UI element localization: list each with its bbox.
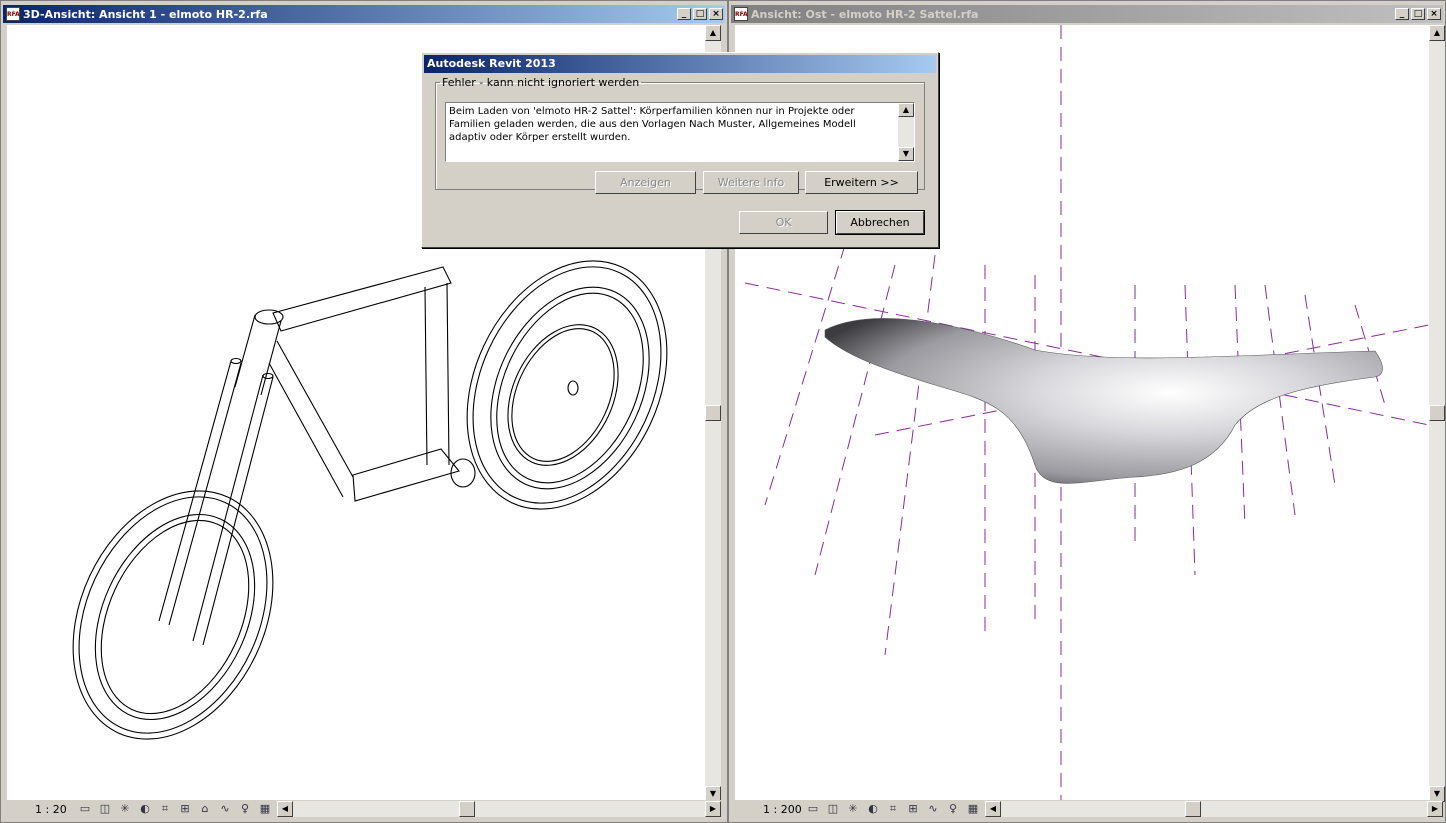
scroll-thumb[interactable] [1429, 405, 1445, 421]
cancel-button[interactable]: Abbrechen [835, 210, 925, 235]
scroll-left-arrow-icon[interactable]: ◀ [985, 801, 1001, 817]
crop-view-icon[interactable]: ⌗ [885, 802, 901, 816]
dialog-title[interactable]: Autodesk Revit 2013 [424, 55, 936, 73]
analytical-icon[interactable]: ▦ [257, 802, 273, 816]
analytical-icon[interactable]: ▦ [965, 802, 981, 816]
right-horizontal-scrollbar[interactable]: ◀ ▶ [985, 801, 1443, 817]
scroll-up-arrow-icon[interactable]: ▲ [898, 103, 914, 117]
close-button[interactable]: × [709, 8, 723, 20]
crop-view-icon[interactable]: ⌗ [157, 802, 173, 816]
right-view-titlebar[interactable]: RFA Ansicht: Ost - elmoto HR-2 Sattel.rf… [731, 5, 1443, 23]
detail-level-icon[interactable]: ▭ [805, 802, 821, 816]
temporary-hide-icon[interactable]: ∿ [217, 802, 233, 816]
view-scale[interactable]: 1 : 20 [7, 803, 77, 816]
minimize-button[interactable]: _ [1395, 8, 1409, 20]
visual-style-icon[interactable]: ◫ [825, 802, 841, 816]
shadows-icon[interactable]: ◐ [865, 802, 881, 816]
error-message-box[interactable]: Beim Laden von 'elmoto HR-2 Sattel': Kör… [445, 102, 915, 162]
detail-level-icon[interactable]: ▭ [77, 802, 93, 816]
rfa-file-icon: RFA [6, 7, 20, 21]
scroll-thumb[interactable] [459, 801, 475, 817]
temporary-hide-icon[interactable]: ∿ [925, 802, 941, 816]
show-crop-icon[interactable]: ⊞ [177, 802, 193, 816]
scroll-right-arrow-icon[interactable]: ▶ [705, 801, 721, 817]
left-view-control-bar: 1 : 20 ▭ ◫ ✳ ◐ ⌗ ⊞ ⌂ ∿ ♀ ▦ ◀ ▶ [7, 800, 721, 818]
more-info-button[interactable]: Weitere Info [703, 171, 799, 194]
error-message: Beim Laden von 'elmoto HR-2 Sattel': Kör… [449, 106, 856, 143]
expand-button[interactable]: Erweitern >> [805, 171, 918, 194]
left-horizontal-scrollbar[interactable]: ◀ ▶ [277, 801, 721, 817]
rfa-file-icon: RFA [734, 7, 748, 21]
right-view-title: Ansicht: Ost - elmoto HR-2 Sattel.rfa [751, 7, 979, 21]
error-group: Fehler - kann nicht ignoriert werden Bei… [435, 76, 925, 194]
scroll-down-arrow-icon[interactable]: ▼ [898, 147, 914, 161]
visual-style-icon[interactable]: ◫ [97, 802, 113, 816]
shadows-icon[interactable]: ◐ [137, 802, 153, 816]
maximize-button[interactable]: □ [693, 8, 707, 20]
left-view-title: 3D-Ansicht: Ansicht 1 - elmoto HR-2.rfa [23, 7, 268, 21]
reveal-hidden-icon[interactable]: ♀ [945, 802, 961, 816]
maximize-button[interactable]: □ [1411, 8, 1425, 20]
message-scrollbar[interactable]: ▲ ▼ [898, 103, 914, 161]
right-view-control-bar: 1 : 200 ▭ ◫ ✳ ◐ ⌗ ⊞ ∿ ♀ ▦ ◀ ▶ [735, 800, 1443, 818]
close-button[interactable]: × [1427, 8, 1441, 20]
error-group-label: Fehler - kann nicht ignoriert werden [442, 76, 640, 89]
right-vertical-scrollbar[interactable]: ▲ ▼ [1429, 25, 1445, 802]
view-scale[interactable]: 1 : 200 [735, 803, 805, 816]
minimize-button[interactable]: _ [677, 8, 691, 20]
scroll-up-arrow-icon[interactable]: ▲ [1429, 25, 1445, 41]
lock-3d-icon[interactable]: ⌂ [197, 802, 213, 816]
error-dialog[interactable]: Autodesk Revit 2013 Fehler - kann nicht … [421, 52, 939, 248]
scroll-thumb[interactable] [705, 405, 721, 421]
reveal-hidden-icon[interactable]: ♀ [237, 802, 253, 816]
ok-button[interactable]: OK [739, 211, 828, 234]
sun-path-icon[interactable]: ✳ [845, 802, 861, 816]
left-view-titlebar[interactable]: RFA 3D-Ansicht: Ansicht 1 - elmoto HR-2.… [3, 5, 725, 23]
scroll-left-arrow-icon[interactable]: ◀ [277, 801, 293, 817]
scroll-thumb[interactable] [1185, 801, 1201, 817]
scroll-right-arrow-icon[interactable]: ▶ [1427, 801, 1443, 817]
scroll-up-arrow-icon[interactable]: ▲ [705, 25, 721, 41]
sun-path-icon[interactable]: ✳ [117, 802, 133, 816]
show-button[interactable]: Anzeigen [595, 171, 696, 194]
show-crop-icon[interactable]: ⊞ [905, 802, 921, 816]
